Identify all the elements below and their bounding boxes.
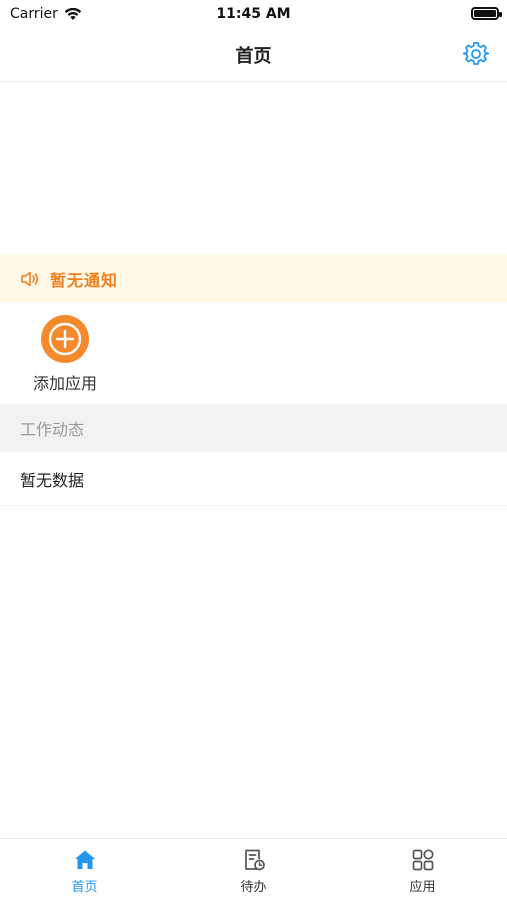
settings-button[interactable] xyxy=(462,41,490,67)
notice-bar[interactable]: 暂无通知 xyxy=(0,255,507,303)
tab-home-label: 首页 xyxy=(71,880,98,895)
tab-home[interactable]: 首页 xyxy=(0,839,169,900)
plus-icon xyxy=(48,322,82,356)
speaker-icon xyxy=(21,271,39,287)
tab-bar: 首页 待办 应用 xyxy=(0,838,507,900)
tab-todo-label: 待办 xyxy=(240,880,267,895)
apps-grid-icon xyxy=(412,849,434,871)
work-feed-empty-row: 暂无数据 xyxy=(0,452,507,506)
empty-text: 暂无数据 xyxy=(20,470,85,490)
page-title: 首页 xyxy=(235,46,272,67)
add-app-circle xyxy=(41,315,89,363)
work-feed-header: 工作动态 xyxy=(0,404,507,452)
status-time: 11:45 AM xyxy=(216,6,291,22)
tab-apps-label: 应用 xyxy=(409,880,436,895)
gear-icon xyxy=(462,42,490,65)
status-bar: Carrier 11:45 AM xyxy=(0,0,507,30)
battery-icon xyxy=(471,7,502,20)
tab-todo[interactable]: 待办 xyxy=(169,839,338,900)
notice-text: 暂无通知 xyxy=(50,271,119,290)
todo-icon xyxy=(244,849,265,871)
tab-apps[interactable]: 应用 xyxy=(338,839,507,900)
navigation-bar: 首页 xyxy=(0,30,507,82)
apps-section: 添加应用 xyxy=(0,303,507,403)
banner-area xyxy=(0,82,507,255)
home-icon xyxy=(74,850,95,869)
section-title: 工作动态 xyxy=(20,420,85,439)
add-app-label: 添加应用 xyxy=(32,374,97,393)
add-app-button[interactable]: 添加应用 xyxy=(20,315,110,394)
